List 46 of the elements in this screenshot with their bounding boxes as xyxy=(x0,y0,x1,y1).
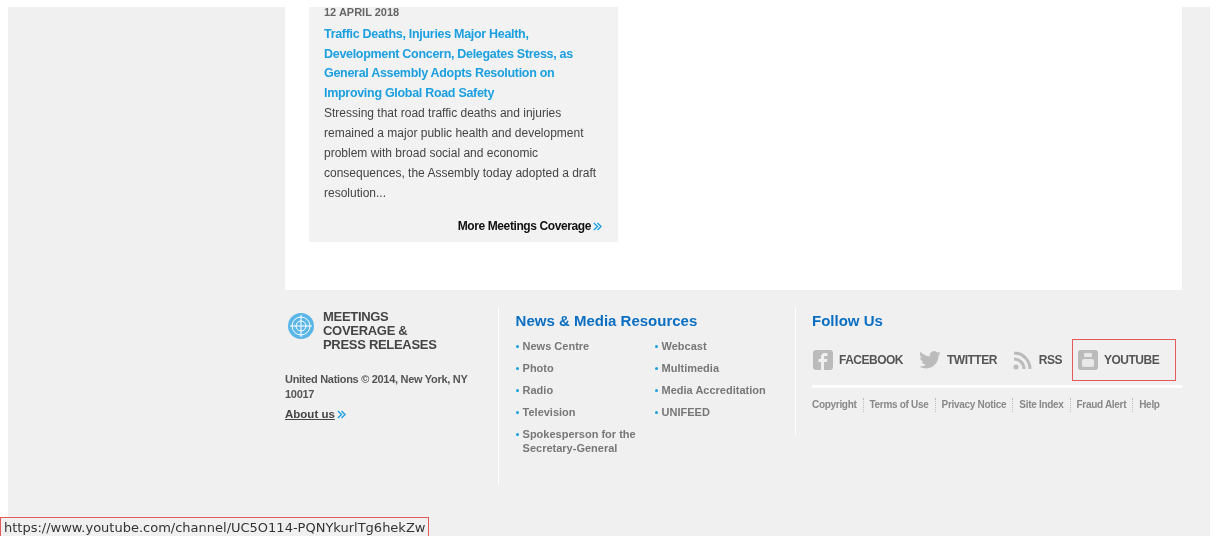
resource-link[interactable]: Media Accreditation xyxy=(661,383,766,397)
bullet-icon xyxy=(654,389,658,392)
social-link[interactable]: FACEBOOK xyxy=(812,339,909,381)
resource-link[interactable]: Spokesperson for the Secretary-General xyxy=(522,427,655,455)
resource-link[interactable]: News Centre xyxy=(522,339,590,353)
facebook-icon xyxy=(813,350,833,370)
article-date: 12 APRIL 2018 xyxy=(324,7,401,17)
about-us-link[interactable]: About us xyxy=(285,408,335,420)
legal-link[interactable]: Privacy Notice xyxy=(934,398,1013,412)
bullet-icon xyxy=(654,367,658,370)
resource-link[interactable]: Webcast xyxy=(661,339,707,353)
section-heading: Follow Us xyxy=(812,312,884,329)
social-link[interactable]: YOUTUBE xyxy=(1072,339,1177,381)
bullet-icon xyxy=(515,433,519,436)
article-summary: Stressing that road traffic deaths and injuries remained a major public health and development problem with broad social and economic consequences, the Assembly today adopted a draft resolution... xyxy=(324,105,598,202)
address-text: United Nations © 2014, New York, NY 10017 xyxy=(285,372,469,402)
double-chevron-icon xyxy=(336,409,346,419)
bullet-icon xyxy=(654,345,658,348)
article-title-link[interactable]: Traffic Deaths, Injuries Major Health, Development Concern, Delegates Stress, as General Assembly Adopts Resolution on Improving Global Road Safety xyxy=(324,25,602,103)
bullet-icon xyxy=(515,411,519,414)
legal-link[interactable]: Terms of Use xyxy=(862,398,935,412)
legal-link[interactable]: Fraud Alert xyxy=(1069,398,1133,412)
social-link[interactable]: RSS xyxy=(1006,339,1069,381)
section-heading: News & Media Resources xyxy=(515,312,699,329)
legal-link[interactable]: Help xyxy=(1132,398,1166,412)
rss-icon xyxy=(1012,350,1033,370)
resource-link[interactable]: Photo xyxy=(522,361,554,375)
legal-link[interactable]: Site Index xyxy=(1012,398,1070,412)
resource-link[interactable]: UNIFEED xyxy=(661,405,710,419)
resource-link[interactable]: Television xyxy=(522,405,576,419)
brand-title-line: MEETINGS xyxy=(323,310,390,324)
resource-link[interactable]: Multimedia xyxy=(661,361,719,375)
double-chevron-icon xyxy=(593,221,602,231)
bullet-icon xyxy=(515,345,519,348)
bullet-icon xyxy=(515,367,519,370)
legal-link[interactable]: Copyright xyxy=(812,398,863,412)
brand-title-line: COVERAGE & xyxy=(323,324,409,338)
brand-title-line: PRESS RELEASES xyxy=(323,338,437,352)
status-bar-url: https://www.youtube.com/channel/UC5O114-PQNYkurlTg6hekZw xyxy=(0,517,430,536)
bullet-icon xyxy=(654,411,658,414)
bullet-icon xyxy=(515,389,519,392)
bird-icon xyxy=(919,351,941,369)
video-tile-icon xyxy=(1078,350,1099,370)
social-link[interactable]: TWITTER xyxy=(913,340,1003,380)
resource-link[interactable]: Radio xyxy=(522,383,554,397)
more-coverage-link[interactable]: More Meetings Coverage xyxy=(457,219,591,233)
